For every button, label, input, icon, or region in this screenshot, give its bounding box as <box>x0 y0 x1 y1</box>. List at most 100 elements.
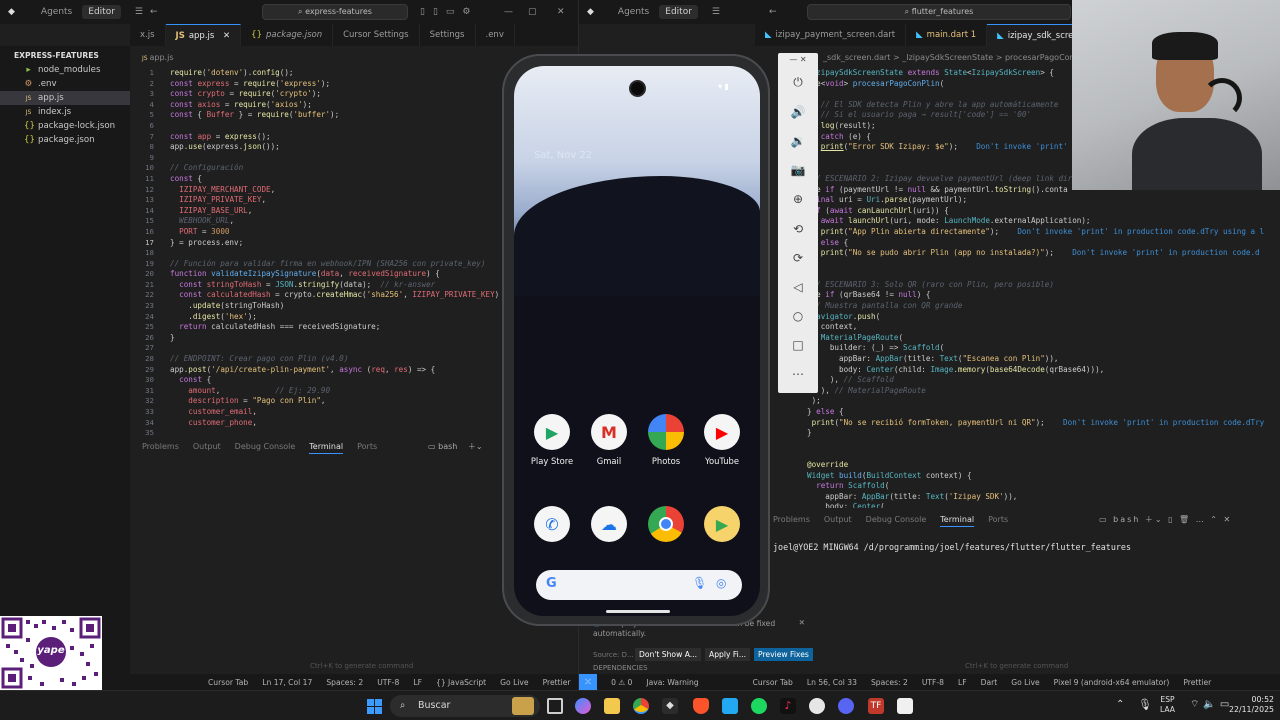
rotate-right-icon[interactable]: ⟳ <box>778 251 818 265</box>
back-icon[interactable]: ◁ <box>778 280 818 294</box>
google-search-bar[interactable]: G 🎙 ◎ <box>536 570 742 600</box>
status-eol[interactable]: LF <box>958 678 967 687</box>
status-go-live[interactable]: Go Live <box>500 678 528 687</box>
copilot-icon[interactable] <box>575 698 591 714</box>
agents-toggle[interactable]: Agents <box>35 5 78 19</box>
panel-tab-output[interactable]: Output <box>824 515 852 527</box>
home-icon[interactable]: ○ <box>778 309 818 323</box>
preview-fixes-button[interactable]: Preview Fixes <box>754 648 813 661</box>
github-icon[interactable] <box>809 698 825 714</box>
tab-cursor-settings[interactable]: Cursor Settings <box>333 24 420 46</box>
widgets-icon[interactable] <box>512 697 534 715</box>
explorer-item-app-js[interactable]: JS app.js <box>0 91 130 105</box>
minimize-icon[interactable]: — <box>504 7 513 17</box>
close-icon[interactable]: ✕ <box>557 7 565 17</box>
add-terminal-icon[interactable]: ＋⌄ <box>468 442 483 451</box>
status-cursor-tab[interactable]: Cursor Tab <box>208 678 248 687</box>
back-arrow-icon[interactable]: ← <box>150 7 158 17</box>
remote-indicator[interactable]: ⤫ <box>579 674 598 690</box>
panel-tab-debug[interactable]: Debug Console <box>235 442 296 454</box>
volume-down-icon[interactable]: 🔉 <box>778 134 818 148</box>
status-spaces[interactable]: Spaces: 2 <box>326 678 363 687</box>
tab-main-dart[interactable]: ◣ main.dart 1 <box>906 24 988 46</box>
tray-chevron-icon[interactable]: ⌃ <box>1116 699 1124 710</box>
terraform-icon[interactable]: TF <box>868 698 884 714</box>
camera-icon[interactable]: 📷 <box>778 163 818 177</box>
language-indicator[interactable]: ESP LAA <box>1160 695 1175 715</box>
status-cursor-tab[interactable]: Cursor Tab <box>753 678 793 687</box>
panel-tab-ports[interactable]: Ports <box>988 515 1008 527</box>
tab-package-json[interactable]: {} package.json <box>241 24 334 46</box>
tab-izipay-payment[interactable]: ◣ izipay_payment_screen.dart <box>755 24 907 46</box>
explorer-item-package-json[interactable]: {} package.json <box>0 133 130 147</box>
dock-play-games[interactable]: ▶ <box>694 506 750 548</box>
explorer-item-index-js[interactable]: JS index.js <box>0 105 130 119</box>
menu-icon[interactable]: ☰ <box>712 7 720 17</box>
mic-icon[interactable]: 🎙 <box>692 576 707 590</box>
tab-env[interactable]: .env <box>476 24 515 46</box>
status-language[interactable]: {} JavaScript <box>436 678 486 687</box>
brave-icon[interactable] <box>693 698 709 714</box>
status-prettier[interactable]: Prettier <box>543 678 571 687</box>
left-breadcrumb[interactable]: JS app.js <box>142 53 174 62</box>
home-date[interactable]: Sat, Nov 22 <box>534 150 592 161</box>
editor-toggle[interactable]: Editor <box>659 5 698 19</box>
spotify-icon[interactable] <box>751 698 767 714</box>
tray-mic-icon[interactable]: 🎙 <box>1138 698 1152 711</box>
cursor-app-icon[interactable]: ◆ <box>662 698 678 714</box>
lens-icon[interactable]: ◎ <box>716 576 726 590</box>
app-play-store[interactable]: ▶ Play Store <box>524 414 580 466</box>
notice-close-icon[interactable]: ✕ <box>799 618 805 627</box>
panel-tab-problems[interactable]: Problems <box>773 515 810 527</box>
panel-tab-problems[interactable]: Problems <box>142 442 179 454</box>
status-encoding[interactable]: UTF-8 <box>377 678 399 687</box>
panel-tab-debug[interactable]: Debug Console <box>866 515 927 527</box>
agents-toggle[interactable]: Agents <box>612 5 655 19</box>
panel-tab-output[interactable]: Output <box>193 442 221 454</box>
status-device[interactable]: Pixel 9 (android-x64 emulator) <box>1054 678 1170 687</box>
dock-messages[interactable]: ☁ <box>581 506 637 548</box>
tiktok-icon[interactable]: ♪ <box>780 698 796 714</box>
terminal-prompt[interactable]: joel@YOE2 MINGW64 /d/programming/joel/fe… <box>773 542 1131 552</box>
app-gmail[interactable]: M Gmail <box>581 414 637 466</box>
status-problems[interactable]: 0 ⚠ 0 <box>611 678 632 687</box>
status-position[interactable]: Ln 17, Col 17 <box>262 678 312 687</box>
maximize-icon[interactable]: ▢ <box>528 7 537 17</box>
status-prettier[interactable]: Prettier <box>1183 678 1211 687</box>
dock-phone[interactable]: ✆ <box>524 506 580 548</box>
status-eol[interactable]: LF <box>413 678 422 687</box>
volume-up-icon[interactable]: 🔊 <box>778 105 818 119</box>
tab-app-js[interactable]: JS app.js ✕ <box>165 24 242 46</box>
panel-tab-ports[interactable]: Ports <box>357 442 377 454</box>
dependencies-header[interactable]: DEPENDENCIES <box>593 664 648 672</box>
discord-icon[interactable] <box>838 698 854 714</box>
left-terminal-shell[interactable]: ▭ bash ＋⌄ <box>428 441 483 452</box>
emu-minimize-icon[interactable]: — ✕ <box>778 55 818 64</box>
dock-chrome[interactable] <box>638 506 694 548</box>
menu-icon[interactable]: ☰ <box>135 7 143 17</box>
notes-icon[interactable] <box>897 698 913 714</box>
command-search[interactable]: ⌕ express-features <box>262 4 408 20</box>
app-youtube[interactable]: ▶ YouTube <box>694 414 750 466</box>
windows-start-icon[interactable] <box>367 699 382 714</box>
chrome-icon[interactable] <box>633 698 649 714</box>
dont-show-button[interactable]: Don't Show A... <box>635 648 701 661</box>
editor-toggle[interactable]: Editor <box>82 5 121 19</box>
phone-screen[interactable]: ▾ ▮ Sat, Nov 22 ▶ Play Store M Gmail Pho… <box>514 66 760 616</box>
status-language[interactable]: Dart <box>981 678 998 687</box>
task-view-icon[interactable] <box>547 698 563 714</box>
right-terminal-controls[interactable]: ▭ bash ＋⌄ ▯ 🗑 … ⌃ ✕ <box>1099 514 1232 525</box>
back-arrow-icon[interactable]: ← <box>769 7 777 17</box>
explorer-item-node-modules[interactable]: ▸ node_modules <box>0 63 130 77</box>
rotate-left-icon[interactable]: ⟲ <box>778 222 818 236</box>
file-explorer-icon[interactable] <box>604 698 620 714</box>
panel-tab-terminal[interactable]: Terminal <box>940 515 975 527</box>
right-breadcrumb[interactable]: _sdk_screen.dart > _IzipaySdkScreenState… <box>823 53 1089 62</box>
overview-icon[interactable]: □ <box>778 338 818 352</box>
status-encoding[interactable]: UTF-8 <box>922 678 944 687</box>
clock[interactable]: 00:52 22/11/2025 <box>1220 695 1274 715</box>
status-go-live[interactable]: Go Live <box>1011 678 1039 687</box>
tab-x-js[interactable]: x.js <box>130 24 166 46</box>
tab-close-icon[interactable]: ✕ <box>223 31 230 41</box>
panel-tab-terminal[interactable]: Terminal <box>309 442 344 454</box>
